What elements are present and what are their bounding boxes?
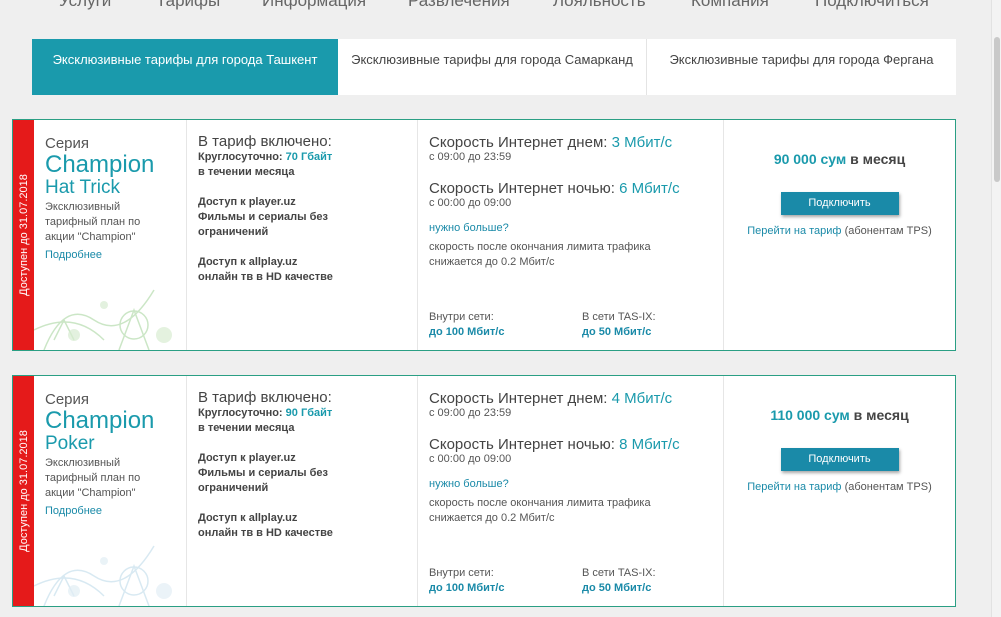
price-period: в месяц: [850, 151, 906, 167]
inside-network-value: до 100 Мбит/с: [429, 326, 505, 338]
goto-note: (абонентам TPS): [844, 225, 932, 237]
allplay-desc: онлайн тв в HD качестве: [198, 527, 333, 539]
connect-button[interactable]: Подключить: [780, 448, 899, 471]
tab-fergana[interactable]: Эксклюзивные тарифы для города Фергана: [647, 39, 956, 95]
top-navigation: Услуги Тарифы Информация Развлечения Лоя…: [0, 0, 990, 13]
inside-network-label: Внутри сети:: [429, 311, 494, 323]
day-speed-label: Скорость Интернет днем:: [429, 390, 608, 407]
inside-network-label: Внутри сети:: [429, 567, 494, 579]
night-speed-value: 6 Мбит/с: [619, 180, 680, 197]
included-column: В тариф включено: Круглосуточно: 90 Гбай…: [187, 376, 418, 606]
availability-text: Доступен до 31.07.2018: [17, 174, 30, 296]
inside-network: Внутри сети: до 100 Мбит/с: [429, 310, 504, 340]
traffic-volume: 70 Гбайт: [285, 151, 333, 163]
nav-item-tariffs[interactable]: Тарифы: [156, 0, 220, 11]
availability-text: Доступен до 31.07.2018: [17, 430, 30, 552]
tariff-subname: Poker: [45, 433, 95, 454]
day-speed-value: 4 Мбит/с: [611, 390, 673, 407]
after-limit-note: скорость после окончания лимита трафика …: [429, 497, 651, 524]
need-more-link[interactable]: нужно больше?: [429, 478, 723, 490]
tariff-card-poker: Доступен до 31.07.2018 Серия Champion Po…: [12, 375, 956, 607]
traffic-volume: 90 Гбайт: [285, 407, 333, 419]
series-label: Серия: [45, 135, 90, 152]
tariff-name: Champion: [45, 151, 155, 178]
day-speed-value: 3 Мбит/с: [611, 134, 673, 151]
tasix-label: В сети TAS-IX:: [582, 311, 656, 323]
player-access: Доступ к player.uz: [198, 452, 296, 464]
speed-column: Скорость Интернет днем: 4 Мбит/с с 09:00…: [418, 376, 724, 606]
city-tabs: Эксклюзивные тарифы для города Ташкент Э…: [32, 39, 956, 95]
nav-item-entertainment[interactable]: Развлечения: [408, 0, 510, 11]
inside-network: Внутри сети: до 100 Мбит/с: [429, 566, 504, 596]
tariff-description: Эксклюзивный тарифный план по акции "Cha…: [45, 457, 141, 499]
tasix-network: В сети TAS-IX: до 50 Мбит/с: [582, 566, 656, 596]
day-time: с 09:00 до 23:59: [429, 407, 512, 419]
tasix-value: до 50 Мбит/с: [582, 326, 652, 338]
tariff-description: Эксклюзивный тарифный план по акции "Cha…: [45, 201, 141, 243]
tariff-name-column: Серия Champion Poker Эксклюзивный тарифн…: [34, 376, 187, 606]
price-column: 110 000 сум в месяц Подключить Перейти н…: [724, 376, 955, 606]
included-title: В тариф включено:: [198, 389, 332, 406]
availability-ribbon: Доступен до 31.07.2018: [13, 120, 34, 350]
tariff-name-column: Серия Champion Hat Trick Эксклюзивный та…: [34, 120, 187, 350]
speed-column: Скорость Интернет днем: 3 Мбит/с с 09:00…: [418, 120, 724, 350]
tab-samarkand[interactable]: Эксклюзивные тарифы для города Самарканд: [338, 39, 647, 95]
player-access: Доступ к player.uz: [198, 196, 296, 208]
page-scrollbar[interactable]: [991, 0, 1001, 617]
connect-button[interactable]: Подключить: [780, 192, 899, 215]
traffic-period: в течении месяца: [198, 166, 295, 178]
night-speed-label: Скорость Интернет ночью:: [429, 436, 615, 453]
night-speed-label: Скорость Интернет ночью:: [429, 180, 615, 197]
player-desc-1: Фильмы и сериалы без: [198, 211, 328, 223]
after-limit-note: скорость после окончания лимита трафика …: [429, 241, 651, 268]
allplay-desc: онлайн тв в HD качестве: [198, 271, 333, 283]
scrollbar-thumb[interactable]: [994, 37, 1000, 182]
player-desc-1: Фильмы и сериалы без: [198, 467, 328, 479]
nav-item-information[interactable]: Информация: [262, 0, 366, 11]
included-column: В тариф включено: Круглосуточно: 70 Гбай…: [187, 120, 418, 350]
need-more-link[interactable]: нужно больше?: [429, 222, 723, 234]
price-period: в месяц: [853, 407, 909, 423]
night-speed-value: 8 Мбит/с: [619, 436, 680, 453]
player-desc-2: ограничений: [198, 226, 269, 238]
goto-tariff-link[interactable]: Перейти на тариф: [747, 481, 841, 493]
night-time: с 00:00 до 09:00: [429, 197, 512, 209]
traffic-period: в течении месяца: [198, 422, 295, 434]
tasix-label: В сети TAS-IX:: [582, 567, 656, 579]
series-label: Серия: [45, 391, 90, 408]
included-title: В тариф включено:: [198, 133, 332, 150]
day-time: с 09:00 до 23:59: [429, 151, 512, 163]
day-speed-label: Скорость Интернет днем:: [429, 134, 608, 151]
availability-ribbon: Доступен до 31.07.2018: [13, 376, 34, 606]
tariff-name: Champion: [45, 407, 155, 434]
inside-network-value: до 100 Мбит/с: [429, 582, 505, 594]
tariff-subname: Hat Trick: [45, 177, 120, 198]
round-clock-label: Круглосуточно:: [198, 151, 283, 163]
tasix-value: до 50 Мбит/с: [582, 582, 652, 594]
nav-item-connect[interactable]: Подключиться: [815, 0, 929, 11]
tasix-network: В сети TAS-IX: до 50 Мбит/с: [582, 310, 656, 340]
player-desc-2: ограничений: [198, 482, 269, 494]
nav-item-services[interactable]: Услуги: [59, 0, 111, 11]
champion-decoration-icon: [34, 289, 172, 350]
allplay-access: Доступ к allplay.uz: [198, 256, 298, 268]
nav-item-company[interactable]: Компания: [691, 0, 769, 11]
champion-decoration-icon: [34, 545, 172, 606]
price-column: 90 000 сум в месяц Подключить Перейти на…: [724, 120, 955, 350]
allplay-access: Доступ к allplay.uz: [198, 512, 298, 524]
night-time: с 00:00 до 09:00: [429, 453, 512, 465]
goto-tariff-link[interactable]: Перейти на тариф: [747, 225, 841, 237]
price-amount: 90 000 сум: [773, 151, 847, 167]
price-amount: 110 000 сум: [770, 407, 850, 423]
tab-tashkent[interactable]: Эксклюзивные тарифы для города Ташкент: [32, 39, 338, 95]
tariff-card-hat-trick: Доступен до 31.07.2018 Серия Champion Ha…: [12, 119, 956, 351]
nav-item-loyalty[interactable]: Лояльность: [553, 0, 646, 11]
round-clock-label: Круглосуточно:: [198, 407, 283, 419]
goto-note: (абонентам TPS): [844, 481, 932, 493]
